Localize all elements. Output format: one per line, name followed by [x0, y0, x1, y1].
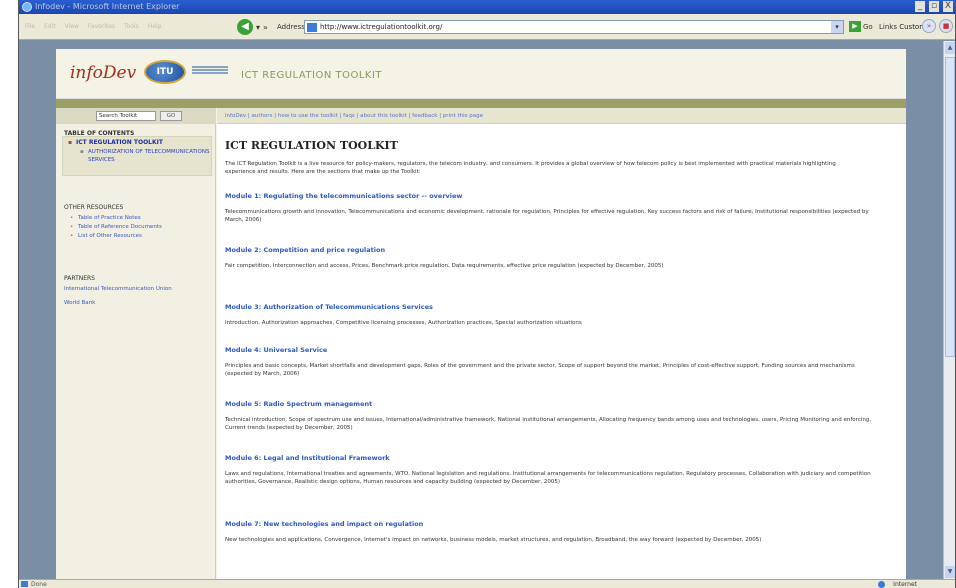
partner-link[interactable]: World Bank [64, 299, 209, 307]
window-title: Infodev - Microsoft Internet Explorer [35, 2, 180, 11]
partners-heading: PARTNERS [64, 275, 95, 282]
module-2: Module 2: Competition and price regulati… [225, 246, 875, 270]
other-resource-link[interactable]: Table of Reference Documents [68, 223, 208, 231]
module-description: New technologies and applications, Conve… [225, 537, 762, 543]
main-content: infoDev | authors | how to use the toolk… [217, 108, 906, 579]
other-resources-heading: OTHER RESOURCES [64, 204, 124, 211]
sidebar: GO TABLE OF CONTENTS ICT REGULATION TOOL… [56, 108, 216, 579]
scroll-up-icon[interactable]: ▲ [945, 42, 955, 54]
top-navigation: infoDev | authors | how to use the toolk… [217, 108, 906, 124]
menu-tools[interactable]: Tools [124, 23, 139, 30]
other-resource-link[interactable]: Table of Practice Notes [68, 214, 208, 222]
menu-favorites[interactable]: Favorites [88, 23, 115, 30]
minimize-button[interactable]: _ [915, 1, 925, 12]
other-resources-list: Table of Practice Notes Table of Referen… [68, 214, 208, 241]
module-6: Module 6: Legal and Institutional Framew… [225, 454, 875, 486]
go-arrow-icon: ▶ [849, 21, 861, 32]
search-row: GO [56, 108, 216, 124]
status-text: Done [31, 581, 47, 588]
module-title-link[interactable]: Module 6: Legal and Institutional Framew… [225, 454, 875, 462]
site-header: infoDev ITU ICT REGULATION TOOLKIT [56, 49, 906, 99]
module-3: Module 3: Authorization of Telecommunica… [225, 303, 875, 327]
site-title: ICT REGULATION TOOLKIT [241, 70, 383, 81]
top-nav-links[interactable]: infoDev | authors | how to use the toolk… [225, 113, 483, 119]
close-button[interactable]: X [943, 1, 953, 12]
security-zone: Internet [893, 581, 917, 588]
links-bar[interactable]: Links Custom [879, 23, 926, 31]
globe-icon [878, 581, 885, 588]
page-title: ICT REGULATION TOOLKIT [225, 139, 398, 152]
menu-edit[interactable]: Edit [44, 23, 56, 30]
module-title-link[interactable]: Module 2: Competition and price regulati… [225, 246, 875, 254]
search-input[interactable] [96, 111, 156, 121]
menu-view[interactable]: View [65, 23, 79, 30]
module-5: Module 5: Radio Spectrum management Tech… [225, 400, 875, 432]
forward-icon[interactable]: » [263, 23, 268, 32]
back-dropdown-icon[interactable]: ▾ [256, 23, 260, 32]
scroll-down-icon[interactable]: ▼ [945, 566, 955, 578]
module-title-link[interactable]: Module 4: Universal Service [225, 346, 875, 354]
module-description: Laws and regulations, International trea… [225, 471, 871, 485]
back-arrow-icon[interactable]: ◀ [237, 19, 253, 35]
windows-logo-icon: ■ [939, 19, 953, 33]
itu-logo[interactable]: ITU [144, 60, 186, 84]
go-button[interactable]: ▶ Go [849, 21, 873, 32]
header-divider [56, 99, 906, 108]
browser-window: Infodev - Microsoft Internet Explorer _ … [18, 0, 956, 588]
status-bar: Done Internet [19, 579, 955, 588]
module-1: Module 1: Regulating the telecommunicati… [225, 192, 875, 224]
module-4: Module 4: Universal Service Principles a… [225, 346, 875, 378]
page-status-icon [21, 581, 28, 587]
other-resource-link[interactable]: List of Other Resources [68, 232, 208, 240]
module-description: Telecommunications growth and innovation… [225, 209, 869, 223]
partner-link[interactable]: International Telecommunication Union [64, 285, 209, 293]
browser-toolbar: File Edit View Favorites Tools Help ◀ ▾ … [19, 14, 955, 40]
module-title-link[interactable]: Module 1: Regulating the telecommunicati… [225, 192, 875, 200]
address-url[interactable]: http://www.ictregulationtoolkit.org/ [320, 23, 442, 31]
search-button[interactable]: GO [160, 111, 182, 121]
toolbar-options-icon[interactable]: » [922, 19, 936, 33]
site-container: infoDev ITU ICT REGULATION TOOLKIT GO TA… [56, 49, 906, 579]
page-viewport: infoDev ITU ICT REGULATION TOOLKIT GO TA… [19, 41, 945, 579]
scroll-thumb[interactable] [945, 57, 955, 357]
maximize-button[interactable]: ▫ [929, 1, 939, 12]
address-bar[interactable]: http://www.ictregulationtoolkit.org/ ▾ [304, 20, 844, 34]
module-description: Fair competition, Interconnection and ac… [225, 263, 664, 269]
ie-icon [22, 2, 32, 12]
page-icon [307, 23, 317, 32]
partners-list: International Telecommunication Union Wo… [64, 285, 209, 313]
module-title-link[interactable]: Module 5: Radio Spectrum management [225, 400, 875, 408]
toc-list: ICT REGULATION TOOLKIT AUTHORIZATION OF … [66, 139, 211, 164]
module-description: Principles and basic concepts, Market sh… [225, 363, 855, 377]
address-dropdown-icon[interactable]: ▾ [831, 21, 843, 33]
title-bar: Infodev - Microsoft Internet Explorer _ … [19, 0, 955, 14]
toc-heading: TABLE OF CONTENTS [64, 130, 135, 137]
infodev-logo[interactable]: infoDev [70, 63, 136, 83]
vertical-scrollbar[interactable]: ▲ ▼ [943, 41, 955, 579]
links-label: Links [879, 23, 897, 31]
module-description: Technical introduction, Scope of spectru… [225, 417, 872, 431]
itu-wordmark [192, 66, 228, 78]
toc-item-main[interactable]: ICT REGULATION TOOLKIT [66, 139, 211, 146]
module-7: Module 7: New technologies and impact on… [225, 520, 875, 544]
module-title-link[interactable]: Module 7: New technologies and impact on… [225, 520, 875, 528]
module-title-link[interactable]: Module 3: Authorization of Telecommunica… [225, 303, 875, 311]
menu-bar: File Edit View Favorites Tools Help [25, 23, 162, 30]
module-description: Introduction, Authorization approaches, … [225, 320, 582, 326]
go-label: Go [863, 22, 873, 31]
menu-help[interactable]: Help [148, 23, 162, 30]
address-label: Address [277, 23, 305, 31]
menu-file[interactable]: File [25, 23, 35, 30]
intro-text: The ICT Regulation Toolkit is a live res… [225, 161, 836, 175]
toc-item-authorization[interactable]: AUTHORIZATION OF TELECOMMUNICATIONS SERV… [66, 148, 211, 164]
